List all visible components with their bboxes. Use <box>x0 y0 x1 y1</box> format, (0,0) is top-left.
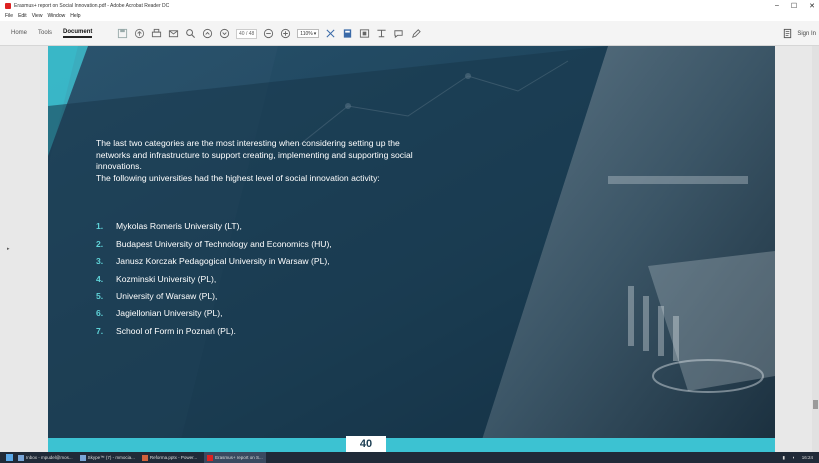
taskbar-item-powerpoint[interactable]: Reforma.pptx - Power... <box>141 454 198 461</box>
list-number: 3. <box>96 256 104 267</box>
skype-icon <box>79 454 86 461</box>
windows-start-icon[interactable] <box>6 454 13 461</box>
university-list: 1. Mykolas Romeris University (LT), 2. Bud… <box>96 218 536 340</box>
network-icon[interactable]: ▮ <box>783 455 785 461</box>
read-mode-icon[interactable] <box>376 28 387 39</box>
fit-page-icon[interactable] <box>325 28 336 39</box>
university-name: Budapest University of Technology and Ec… <box>116 238 332 249</box>
menu-window[interactable]: Window <box>47 13 65 19</box>
list-number: 6. <box>96 308 104 319</box>
comment-icon[interactable] <box>393 28 404 39</box>
menu-help[interactable]: Help <box>70 13 80 19</box>
toolbar-icons: 40 / 48 110% ▾ <box>117 26 422 41</box>
list-item: 1. Mykolas Romeris University (LT), <box>96 218 536 235</box>
minimize-button[interactable]: – <box>775 2 779 9</box>
chevron-down-icon: ▾ <box>313 30 317 37</box>
scrollbar-thumb[interactable] <box>813 400 818 409</box>
list-number: 4. <box>96 273 104 284</box>
university-name: Mykolas Romeris University (LT), <box>116 221 242 232</box>
zoom-value: 110% <box>300 30 313 37</box>
mail-icon[interactable] <box>168 28 179 39</box>
taskbar-item-label: Erasmus+ report on S... <box>215 455 263 460</box>
pdf-page: The last two categories are the most int… <box>48 46 775 452</box>
powerpoint-icon <box>141 454 148 461</box>
toolbar: Home Tools Document 40 / 48 110% ▾ Sign I… <box>0 21 819 46</box>
acrobat-window: Erasmus+ report on Social Innovation.pdf… <box>0 0 819 463</box>
clock[interactable]: 16:24 <box>802 455 813 460</box>
intro-line: The following universities had the highe… <box>96 172 380 183</box>
list-number: 5. <box>96 291 104 301</box>
list-number: 2. <box>96 238 104 249</box>
search-icon[interactable] <box>185 28 196 39</box>
document-viewport[interactable]: ▸ The last two categories are the most i… <box>0 46 819 452</box>
sign-in-label[interactable]: Sign In <box>797 31 816 37</box>
windows-taskbar: Inbox - mpudel@mos... Skype™ (7) - mmoci… <box>0 452 819 463</box>
zoom-out-icon[interactable] <box>263 28 274 39</box>
taskbar-item-label: Inbox - mpudel@mos... <box>26 455 73 460</box>
previous-page-icon[interactable] <box>202 28 213 39</box>
tab-home[interactable]: Home <box>11 30 27 36</box>
list-item: 7. School of Form in Poznań (PL). <box>96 323 536 340</box>
close-button[interactable]: ✕ <box>809 2 815 10</box>
window-controls: – ☐ ✕ <box>775 0 815 11</box>
intro-line: The last two categories are the most int… <box>96 138 400 148</box>
tab-document[interactable]: Document <box>63 29 93 38</box>
acrobat-app-icon <box>5 2 11 9</box>
university-name: School of Form in Poznań (PL). <box>116 325 236 336</box>
page-text-content: The last two categories are the most int… <box>96 138 536 340</box>
outlook-icon <box>18 454 24 461</box>
next-page-icon[interactable] <box>219 28 230 39</box>
university-name: Jagiellonian University (PL), <box>116 308 223 319</box>
window-title: Erasmus+ report on Social Innovation.pdf… <box>14 2 170 9</box>
scroll-mode-icon[interactable] <box>342 28 353 39</box>
vertical-scrollbar[interactable] <box>812 46 819 452</box>
list-item: 4. Kozminski University (PL), <box>96 271 536 288</box>
save-icon[interactable] <box>117 28 128 39</box>
list-item: 3. Janusz Korczak Pedagogical University … <box>96 253 536 270</box>
upload-icon[interactable] <box>134 28 145 39</box>
system-tray: ▮ ◖ 16:24 <box>783 452 813 463</box>
list-item: 2. Budapest University of Technology and … <box>96 236 536 253</box>
acrobat-icon <box>207 454 214 461</box>
zoom-select[interactable]: 110% ▾ <box>297 29 320 38</box>
title-bar: Erasmus+ report on Social Innovation.pdf… <box>0 0 819 11</box>
taskbar-item-acrobat[interactable]: Erasmus+ report on S... <box>204 452 266 463</box>
list-item: 6. Jagiellonian University (PL), <box>96 305 536 322</box>
page-number: 40 <box>346 436 386 452</box>
intro-line: networks and infrastructure to support c… <box>96 149 413 160</box>
taskbar-item-label: Skype™ (7) - mmocia... <box>87 455 135 460</box>
university-name: University of Warsaw (PL), <box>116 291 218 301</box>
university-name: Kozminski University (PL), <box>116 273 217 284</box>
left-panel-toggle-icon[interactable]: ▸ <box>7 246 10 252</box>
taskbar-item-skype[interactable]: Skype™ (7) - mmocia... <box>79 454 135 461</box>
tab-tools[interactable]: Tools <box>38 30 52 36</box>
menu-view[interactable]: View <box>32 13 43 19</box>
list-number: 7. <box>96 325 104 336</box>
volume-icon[interactable]: ◖ <box>792 455 795 460</box>
maximize-button[interactable]: ☐ <box>791 2 797 10</box>
zoom-in-icon[interactable] <box>280 28 291 39</box>
print-icon[interactable] <box>151 28 162 39</box>
menu-edit[interactable]: Edit <box>18 13 27 19</box>
intro-paragraph: The last two categories are the most int… <box>96 138 536 184</box>
taskbar-item-outlook[interactable]: Inbox - mpudel@mos... <box>18 454 73 461</box>
intro-line: innovations. <box>96 161 142 172</box>
taskbar-item-label: Reforma.pptx - Power... <box>149 455 198 460</box>
document-icon <box>782 28 793 39</box>
menu-bar: File Edit View Window Help <box>0 11 819 21</box>
university-name: Janusz Korczak Pedagogical University in… <box>116 256 330 267</box>
sign-in-area[interactable]: Sign In <box>782 28 816 39</box>
menu-file[interactable]: File <box>5 13 13 19</box>
list-item: 5. University of Warsaw (PL), <box>96 288 536 305</box>
highlight-pen-icon[interactable] <box>410 28 422 39</box>
full-screen-icon[interactable] <box>359 28 370 39</box>
page-indicator[interactable]: 40 / 48 <box>236 28 258 39</box>
list-number: 1. <box>96 221 104 232</box>
page-footer-band <box>48 438 775 452</box>
